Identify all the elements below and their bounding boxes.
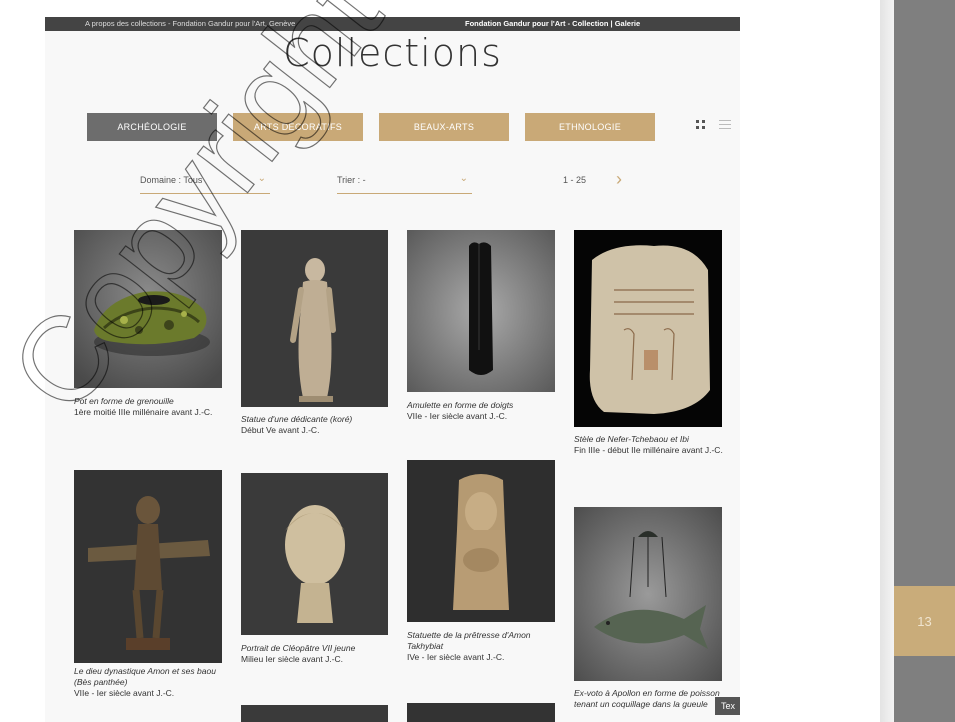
collection-item-partial[interactable] — [407, 703, 555, 722]
item-image-finger-amulet[interactable] — [407, 230, 555, 392]
category-archeologie-button[interactable]: ARCHÉOLOGIE — [87, 113, 217, 141]
sort-select[interactable]: Trier : - ⌄ — [337, 171, 472, 194]
domain-filter-label: Domaine : Tous — [140, 175, 203, 185]
collection-item[interactable]: Ex-voto à Apollon en forme de poisson te… — [574, 507, 722, 722]
tooltip: Tex — [715, 697, 740, 715]
list-view-icon[interactable] — [719, 119, 731, 131]
item-image-stele[interactable] — [574, 230, 722, 427]
domain-filter-select[interactable]: Domaine : Tous ⌄ — [140, 171, 270, 194]
chevron-down-icon: ⌄ — [459, 173, 468, 184]
item-date: Début Ve avant J.-C. — [241, 425, 320, 435]
next-page-chevron-icon[interactable]: › — [616, 169, 622, 190]
item-title[interactable]: Statue d'une dédicante (koré) — [241, 414, 388, 425]
browser-tab-title-left[interactable]: A propos des collections - Fondation Gan… — [85, 19, 295, 28]
collection-item[interactable]: Le dieu dynastique Amon et ses baou (Bès… — [74, 470, 222, 710]
slide-side-strip — [880, 0, 894, 722]
item-title[interactable]: Stèle de Nefer-Tchebaou et Ibi — [574, 434, 724, 445]
browser-tab-title-right[interactable]: Fondation Gandur pour l'Art - Collection… — [465, 19, 640, 28]
collection-item-partial[interactable] — [241, 705, 388, 722]
item-image-cleopatra-portrait[interactable] — [241, 473, 388, 635]
browser-title-bar: A propos des collections - Fondation Gan… — [45, 17, 740, 31]
page-title: Collections — [283, 31, 502, 75]
collection-item[interactable]: Statue d'une dédicante (koré) Début Ve a… — [241, 230, 388, 460]
item-title[interactable]: Portrait de Cléopâtre VII jeune — [241, 643, 388, 654]
item-title[interactable]: Amulette en forme de doigts — [407, 400, 555, 411]
item-title[interactable]: Pot en forme de grenouille — [74, 396, 222, 407]
item-image-amon-baou[interactable] — [74, 470, 222, 663]
collection-item[interactable]: Amulette en forme de doigts VIIe - Ier s… — [407, 230, 555, 460]
collection-item[interactable]: Portrait de Cléopâtre VII jeune Milieu I… — [241, 473, 388, 693]
item-date: VIIe - Ier siècle avant J.-C. — [407, 411, 508, 421]
page-number: 13 — [917, 613, 932, 629]
item-date: IVe - Ier siècle avant J.-C. — [407, 652, 505, 662]
collection-item[interactable]: Statuette de la prêtresse d'Amon Takhybi… — [407, 460, 555, 700]
item-date: Fin IIIe - début IIe millénaire avant J.… — [574, 445, 723, 455]
category-ethnologie-button[interactable]: ETHNOLOGIE — [525, 113, 655, 141]
pagination-range: 1 - 25 — [563, 175, 587, 185]
item-date: 1ère moitié IIIe millénaire avant J.-C. — [74, 407, 213, 417]
slide: 13 A propos des collections - Fondation … — [0, 0, 955, 722]
item-image-kore-statue[interactable] — [241, 230, 388, 407]
sort-label: Trier : - — [337, 175, 366, 185]
item-title[interactable]: Le dieu dynastique Amon et ses baou (Bès… — [74, 666, 224, 688]
item-date: VIIe - Ier siècle avant J.-C. — [74, 688, 175, 698]
item-image-frog-pot[interactable] — [74, 230, 222, 388]
item-image-takhybiat[interactable] — [407, 460, 555, 622]
collection-item[interactable]: Stèle de Nefer-Tchebaou et Ibi Fin IIIe … — [574, 230, 724, 480]
item-title[interactable]: Statuette de la prêtresse d'Amon Takhybi… — [407, 630, 557, 652]
item-date: Milieu Ier siècle avant J.-C. — [241, 654, 344, 664]
collection-item[interactable]: Pot en forme de grenouille 1ère moitié I… — [74, 230, 222, 450]
category-arts-decoratifs-button[interactable]: ARTS DÉCORATIFS — [233, 113, 363, 141]
grid-view-icon[interactable] — [695, 119, 707, 131]
page-number-box: 13 — [894, 586, 955, 656]
item-title[interactable]: Ex-voto à Apollon en forme de poisson te… — [574, 688, 724, 710]
website-screenshot: A propos des collections - Fondation Gan… — [45, 17, 740, 722]
item-image-fish-exvoto[interactable] — [574, 507, 722, 681]
category-beaux-arts-button[interactable]: BEAUX-ARTS — [379, 113, 509, 141]
chevron-down-icon: ⌄ — [257, 173, 266, 184]
